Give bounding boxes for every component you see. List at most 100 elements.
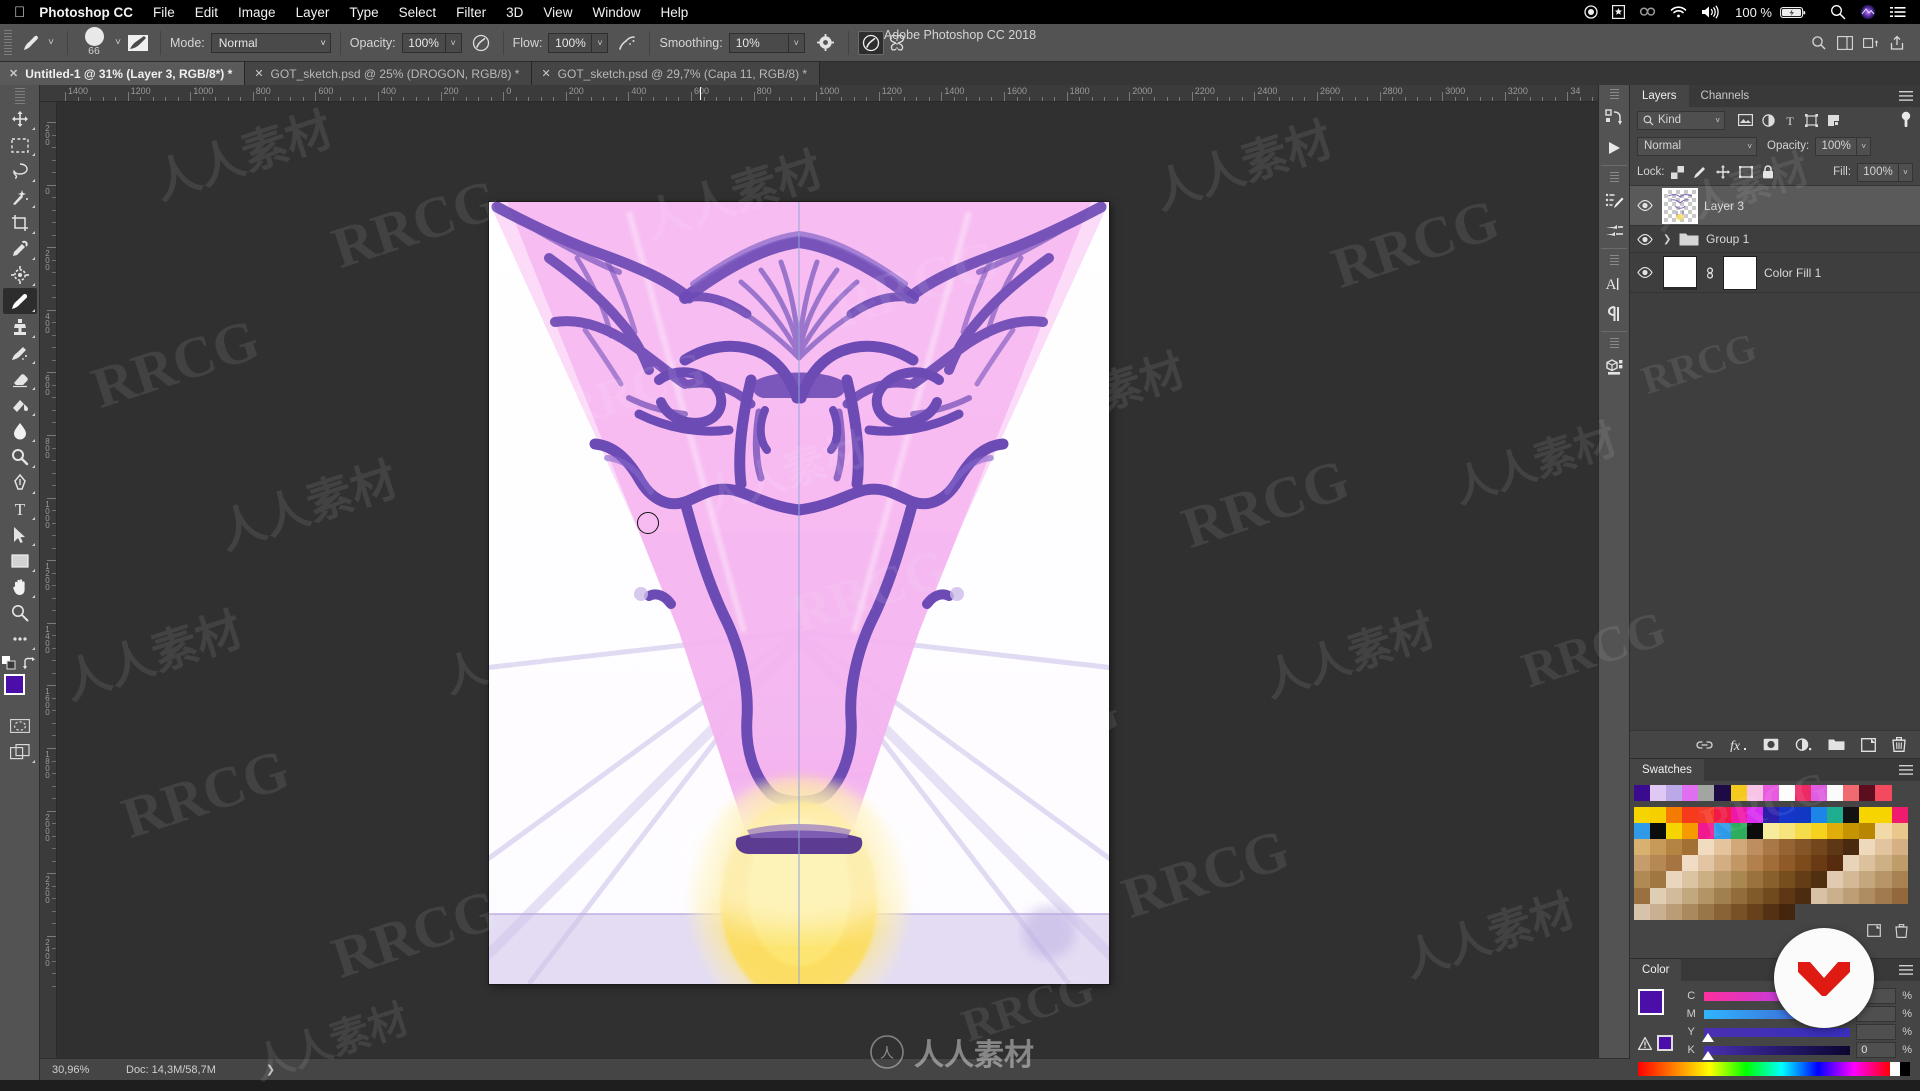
- brush-size-preview[interactable]: 66: [77, 28, 111, 57]
- swatch-chip[interactable]: [1875, 785, 1891, 801]
- new-swatch-icon[interactable]: [1867, 924, 1881, 937]
- swatch-chip[interactable]: [1795, 839, 1811, 855]
- arrange-icon[interactable]: [1858, 31, 1884, 55]
- swatch-chip[interactable]: [1875, 823, 1891, 839]
- swatch-chip[interactable]: [1698, 871, 1714, 887]
- swatch-chip[interactable]: [1763, 855, 1779, 871]
- swatch-chip[interactable]: [1795, 888, 1811, 904]
- swatch-chip[interactable]: [1666, 888, 1682, 904]
- swatch-chip[interactable]: [1875, 807, 1891, 823]
- app-name-label[interactable]: Photoshop CC: [39, 5, 133, 20]
- swatch-chip[interactable]: [1747, 888, 1763, 904]
- lock-artboard-icon[interactable]: [1739, 166, 1753, 179]
- swatch-grid[interactable]: [1630, 781, 1920, 920]
- brush-tool-icon[interactable]: [18, 30, 44, 56]
- symmetry-butterfly-icon[interactable]: [884, 31, 910, 55]
- swatch-chip[interactable]: [1892, 807, 1908, 823]
- swatch-chip[interactable]: [1731, 807, 1747, 823]
- layer-list[interactable]: Layer 3 ❯ Group 1 Color Fill 1: [1630, 185, 1920, 730]
- swatch-chip[interactable]: [1666, 855, 1682, 871]
- menu-edit[interactable]: Edit: [195, 5, 218, 20]
- swatch-chip[interactable]: [1714, 785, 1730, 801]
- menu-filter[interactable]: Filter: [456, 5, 486, 20]
- spectrum-black-chip[interactable]: [1900, 1062, 1910, 1076]
- swatch-chip[interactable]: [1859, 888, 1875, 904]
- swatch-chip[interactable]: [1650, 904, 1666, 920]
- swatch-chip[interactable]: [1795, 785, 1811, 801]
- cmyk-value-y[interactable]: [1856, 1024, 1896, 1040]
- swatch-chip[interactable]: [1779, 807, 1795, 823]
- swatch-chip[interactable]: [1747, 807, 1763, 823]
- menu-window[interactable]: Window: [592, 5, 640, 20]
- swatch-chip[interactable]: [1811, 871, 1827, 887]
- swatch-chip[interactable]: [1811, 888, 1827, 904]
- filter-pixel-icon[interactable]: [1738, 114, 1753, 126]
- swatch-chip[interactable]: [1827, 839, 1843, 855]
- swatch-chip[interactable]: [1634, 807, 1650, 823]
- creative-cloud-icon[interactable]: [1639, 5, 1656, 19]
- gradient-tool[interactable]: [3, 392, 37, 418]
- swatch-chip[interactable]: [1892, 855, 1908, 871]
- layer-visibility-icon[interactable]: [1634, 200, 1656, 211]
- search-icon[interactable]: [1806, 31, 1832, 55]
- color-swatches[interactable]: [3, 673, 37, 707]
- swatch-chip[interactable]: [1731, 871, 1747, 887]
- swatch-chip[interactable]: [1875, 855, 1891, 871]
- tab-color[interactable]: Color: [1630, 959, 1681, 981]
- layer-thumbnail[interactable]: [1663, 189, 1697, 223]
- swatch-chip[interactable]: [1682, 871, 1698, 887]
- swatch-chip[interactable]: [1875, 888, 1891, 904]
- tab-layers[interactable]: Layers: [1630, 85, 1689, 107]
- swatch-chip[interactable]: [1634, 904, 1650, 920]
- move-tool[interactable]: [3, 106, 37, 132]
- quick-mask-icon[interactable]: [3, 713, 37, 739]
- swatch-chip[interactable]: [1634, 823, 1650, 839]
- swatch-chip[interactable]: [1666, 839, 1682, 855]
- menu-image[interactable]: Image: [238, 5, 276, 20]
- path-selection-tool[interactable]: [3, 522, 37, 548]
- close-icon[interactable]: ✕: [9, 67, 18, 80]
- new-layer-icon[interactable]: [1861, 738, 1876, 752]
- blend-mode-select[interactable]: Normal ˅: [211, 33, 331, 53]
- swatch-chip[interactable]: [1779, 904, 1795, 920]
- swatch-chip[interactable]: [1682, 855, 1698, 871]
- canvas-stage[interactable]: [57, 102, 1598, 1058]
- flow-input[interactable]: 100%: [548, 33, 592, 53]
- swatch-chip[interactable]: [1650, 871, 1666, 887]
- foreground-color-swatch[interactable]: [1638, 989, 1664, 1015]
- default-colors-icon[interactable]: [2, 656, 17, 671]
- rectangle-tool[interactable]: [3, 548, 37, 574]
- swatch-chip[interactable]: [1682, 888, 1698, 904]
- magic-wand-tool[interactable]: [3, 184, 37, 210]
- swatch-chip[interactable]: [1682, 904, 1698, 920]
- pen-tool[interactable]: [3, 470, 37, 496]
- layer-fill-stepper[interactable]: ˅: [1899, 163, 1913, 182]
- swatch-chip[interactable]: [1634, 855, 1650, 871]
- menu-3d[interactable]: 3D: [506, 5, 523, 20]
- opacity-stepper[interactable]: ˅: [446, 33, 462, 53]
- swatch-chip[interactable]: [1666, 871, 1682, 887]
- rail-grip[interactable]: [1610, 172, 1619, 184]
- swatch-chip[interactable]: [1763, 807, 1779, 823]
- swatch-chip[interactable]: [1714, 839, 1730, 855]
- swatch-chip[interactable]: [1650, 855, 1666, 871]
- screen-mode-icon[interactable]: [3, 739, 37, 765]
- swatch-chip[interactable]: [1650, 823, 1666, 839]
- swatch-chip[interactable]: [1859, 807, 1875, 823]
- swatch-chip[interactable]: [1859, 785, 1875, 801]
- swatch-chip[interactable]: [1811, 807, 1827, 823]
- chevron-right-icon[interactable]: ❯: [1663, 234, 1672, 245]
- swatch-chip[interactable]: [1714, 888, 1730, 904]
- fx-icon[interactable]: fx: [1729, 738, 1747, 752]
- table-row[interactable]: Layer 3: [1630, 186, 1920, 226]
- layer-opacity-control[interactable]: 100% ˅: [1815, 137, 1871, 156]
- brush-presets-icon[interactable]: [1599, 216, 1629, 246]
- delete-swatch-icon[interactable]: [1895, 924, 1908, 938]
- document-tab-0[interactable]: ✕ Untitled-1 @ 31% (Layer 3, RGB/8*) *: [0, 62, 245, 85]
- menu-help[interactable]: Help: [660, 5, 688, 20]
- gamut-warning-icon[interactable]: [1638, 1037, 1652, 1050]
- swatch-chip[interactable]: [1859, 871, 1875, 887]
- color-swatch-stack[interactable]: [1638, 987, 1682, 1055]
- swatch-chip[interactable]: [1795, 823, 1811, 839]
- panel-menu-icon[interactable]: [1899, 959, 1920, 981]
